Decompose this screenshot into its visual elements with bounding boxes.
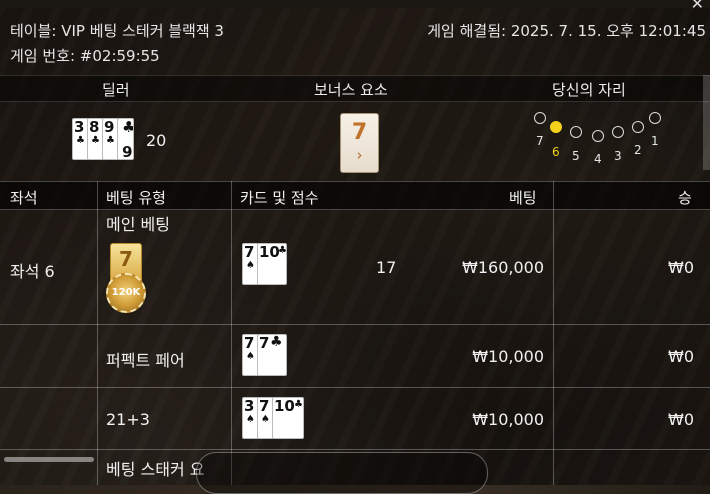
chevron-right-icon: › [356,146,363,164]
side-scrollbar[interactable] [703,75,710,170]
bet-type: 21+3 [106,410,150,429]
column-divider [231,181,232,485]
seat-number: 2 [634,143,642,157]
title-bar-strip: ✕ [0,0,710,13]
bet-amount: ₩160,000 [462,258,544,277]
seat-dot-7 [534,112,546,124]
bottom-action-button[interactable] [196,452,488,494]
seat-number: 3 [614,149,622,163]
bet-chip-stack: 7 120K [106,243,146,315]
player-card: 10 ♣ [272,397,304,439]
column-divider [553,181,554,485]
bet-type: 메인 베팅 [106,215,170,234]
seat-label: 좌석 6 [10,262,55,281]
chip-icon: 120K [106,273,146,313]
hand-score: 17 [376,258,397,277]
bets-table-header: 좌석 베팅 유형 카드 및 점수 베팅 승 [0,181,710,210]
seat-dot-6 [550,121,562,133]
seat-number: 1 [651,134,659,148]
col-seat: 좌석 [10,189,38,207]
col-bet: 베팅 [509,189,537,207]
seat-number-active: 6 [552,145,560,159]
dealer-card: ♣6 [117,118,134,160]
bet-amount: ₩10,000 [472,410,544,429]
table-name: 테이블: VIP 베팅 스테커 블랙잭 3 [10,22,224,40]
game-number: 게임 번호: #02:59:55 [10,47,160,65]
row-divider [0,324,710,325]
seat-number: 5 [572,149,580,163]
dealer-score: 20 [146,131,167,150]
player-card: 10 ♣ [257,243,287,285]
seat-dot-2 [632,121,644,133]
bonus-card: 7 › [340,113,379,173]
seat-dot-4 [592,130,604,142]
close-icon[interactable]: ✕ [691,0,704,13]
col-cards-score: 카드 및 점수 [240,189,319,207]
seat-dot-1 [649,112,661,124]
col-bet-type: 베팅 유형 [106,189,166,207]
row-divider [0,449,710,450]
win-amount: ₩0 [668,410,694,429]
seat-dot-5 [570,126,582,138]
bet-type: 베팅 스태커 요 [106,460,205,479]
summary-header: 딜러 보너스 요소 당신의 자리 [0,75,710,102]
seat-number: 4 [594,152,602,166]
row-divider [0,387,710,388]
col-win: 승 [678,189,692,207]
horizontal-scrollbar[interactable] [4,457,94,462]
bet-type: 퍼펙트 페어 [106,351,185,370]
game-resolved-time: 게임 해결됨: 2025. 7. 15. 오후 12:01:45 [427,22,706,40]
seat-dot-3 [612,126,624,138]
bonus-heading: 보너스 요소 [314,81,388,99]
player-card: 7 ♣ [257,334,287,376]
bet-amount: ₩10,000 [472,347,544,366]
seat-number: 7 [536,134,544,148]
your-seat-heading: 당신의 자리 [552,81,626,99]
dealer-heading: 딜러 [102,81,130,99]
column-divider [97,181,98,485]
win-amount: ₩0 [668,258,694,277]
win-amount: ₩0 [668,347,694,366]
